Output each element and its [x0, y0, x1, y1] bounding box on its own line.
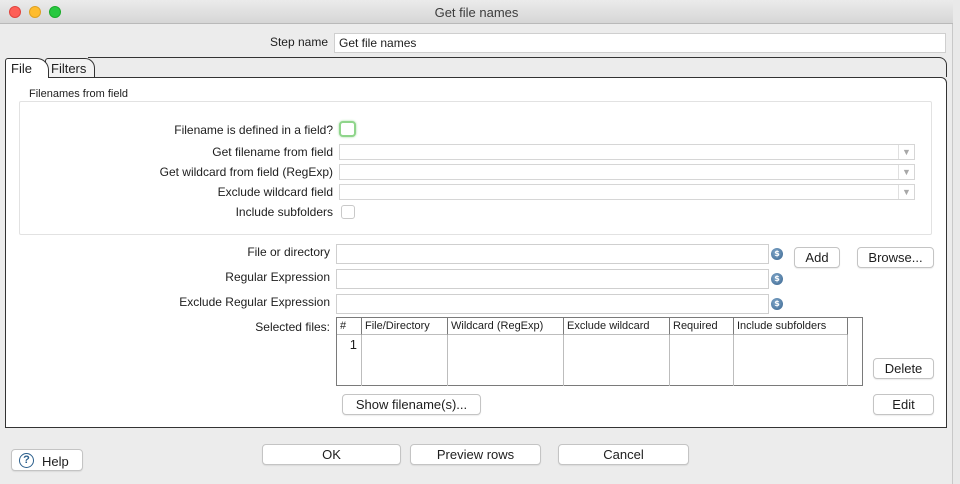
- tab-file[interactable]: File: [5, 58, 49, 78]
- edit-button[interactable]: Edit: [873, 394, 934, 415]
- regex-label: Regular Expression: [225, 270, 330, 284]
- table-cell-file-directory[interactable]: [362, 335, 448, 386]
- ok-button[interactable]: OK: [262, 444, 401, 465]
- tab-file-label: File: [11, 61, 32, 76]
- tab-strip-border: [88, 57, 947, 77]
- table-row-number: 1: [349, 337, 357, 352]
- help-icon: ?: [19, 453, 34, 468]
- step-name-input[interactable]: [334, 33, 946, 53]
- help-label: Help: [42, 454, 69, 469]
- dropdown-arrow-icon: ▼: [898, 165, 914, 179]
- get-wildcard-select[interactable]: ▼: [339, 164, 915, 180]
- table-cell-wildcard[interactable]: [448, 335, 564, 386]
- title-bar: Get file names: [0, 0, 953, 24]
- dropdown-arrow-icon: ▼: [898, 185, 914, 199]
- selected-files-label: Selected files:: [255, 320, 330, 334]
- dialog-window: Get file names Step name Filters File Fi…: [0, 0, 953, 484]
- defined-in-field-label: Filename is defined in a field?: [174, 123, 333, 137]
- table-header-number[interactable]: #: [337, 318, 362, 335]
- cancel-button[interactable]: Cancel: [558, 444, 689, 465]
- exclude-regex-input[interactable]: [336, 294, 769, 314]
- help-button[interactable]: ? Help: [11, 449, 83, 471]
- table-cell-required[interactable]: [670, 335, 734, 386]
- defined-in-field-checkbox[interactable]: [339, 121, 356, 137]
- table-header-exclude-wildcard[interactable]: Exclude wildcard: [564, 318, 670, 335]
- variable-icon[interactable]: $: [771, 273, 783, 285]
- table-cell-exclude-wildcard[interactable]: [564, 335, 670, 386]
- exclude-wildcard-field-select[interactable]: ▼: [339, 184, 915, 200]
- table-header-include-subfolders[interactable]: Include subfolders: [734, 318, 848, 335]
- delete-button[interactable]: Delete: [873, 358, 934, 379]
- browse-button[interactable]: Browse...: [857, 247, 934, 268]
- exclude-regex-label: Exclude Regular Expression: [179, 295, 330, 309]
- table-header-file-directory[interactable]: File/Directory: [362, 318, 448, 335]
- exclude-wildcard-field-label: Exclude wildcard field: [217, 185, 333, 199]
- variable-icon[interactable]: $: [771, 298, 783, 310]
- file-or-directory-input[interactable]: [336, 244, 769, 264]
- selected-files-table[interactable]: # File/Directory Wildcard (RegExp) Exclu…: [336, 317, 863, 386]
- include-subfolders-label: Include subfolders: [235, 205, 333, 219]
- step-name-label: Step name: [269, 35, 328, 49]
- show-filenames-button[interactable]: Show filename(s)...: [342, 394, 481, 415]
- file-or-directory-label: File or directory: [247, 245, 330, 259]
- add-button[interactable]: Add: [794, 247, 840, 268]
- get-filename-select[interactable]: ▼: [339, 144, 915, 160]
- table-header-wildcard[interactable]: Wildcard (RegExp): [448, 318, 564, 335]
- group-title: Filenames from field: [29, 88, 131, 100]
- tab-filters[interactable]: Filters: [45, 58, 95, 78]
- variable-icon[interactable]: $: [771, 248, 783, 260]
- window-title: Get file names: [434, 5, 519, 20]
- dropdown-arrow-icon: ▼: [898, 145, 914, 159]
- table-header-required[interactable]: Required: [670, 318, 734, 335]
- get-wildcard-label: Get wildcard from field (RegExp): [159, 165, 333, 179]
- include-subfolders-checkbox[interactable]: [341, 205, 355, 219]
- table-cell-include-subfolders[interactable]: [734, 335, 848, 386]
- preview-rows-button[interactable]: Preview rows: [410, 444, 541, 465]
- get-filename-label: Get filename from field: [212, 145, 333, 159]
- regex-input[interactable]: [336, 269, 769, 289]
- tab-filters-label: Filters: [51, 61, 87, 76]
